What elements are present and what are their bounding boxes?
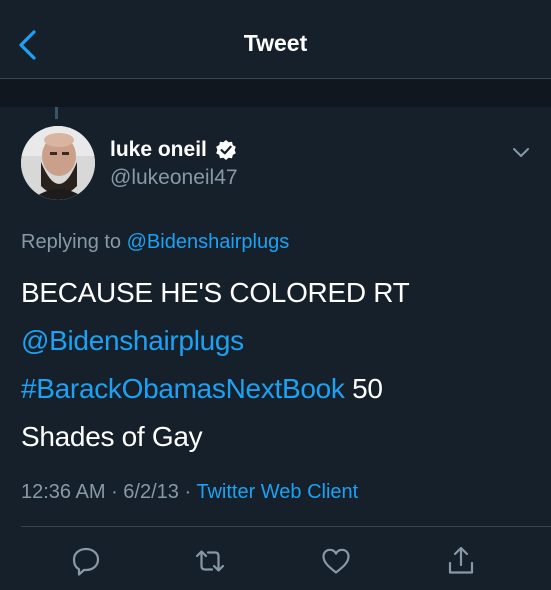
tweet-text-line: Shades of Gay [21, 421, 203, 452]
avatar[interactable] [21, 126, 95, 200]
section-gap [0, 79, 551, 107]
author-row: luke oneil [110, 137, 237, 163]
tweet-time: 12:36 AM [21, 481, 106, 503]
hashtag-link[interactable]: #BarackObamasNextBook [21, 373, 345, 404]
share-icon[interactable] [445, 545, 477, 577]
top-bar: Tweet [0, 0, 551, 79]
tweet-text-line: BECAUSE HE'S COLORED RT [21, 277, 410, 308]
replying-to-link[interactable]: @Bidenshairplugs [127, 231, 290, 253]
tweet-text-fragment: 50 [344, 373, 383, 404]
chevron-down-icon[interactable] [509, 143, 533, 161]
verified-badge-icon [216, 140, 236, 160]
like-icon[interactable] [320, 545, 352, 577]
tweet-meta: 12:36 AM · 6/2/13 · Twitter Web Client [21, 481, 358, 504]
thread-line [55, 107, 58, 119]
page-title: Tweet [243, 30, 308, 56]
tweet-text: BECAUSE HE'S COLORED RT @Bidenshairplugs… [21, 269, 521, 461]
replying-to: Replying to @Bidenshairplugs [21, 231, 289, 254]
meta-separator: · [105, 481, 124, 503]
tweet-source-link[interactable]: Twitter Web Client [196, 481, 358, 503]
avatar-image [21, 126, 95, 200]
author-handle[interactable]: @lukeoneil47 [110, 166, 238, 190]
reply-icon[interactable] [70, 545, 102, 577]
tweet-date: 6/2/13 [123, 481, 179, 503]
meta-separator: · [178, 481, 197, 503]
retweet-icon[interactable] [194, 545, 226, 577]
replying-prefix: Replying to [21, 231, 122, 253]
divider [21, 526, 551, 527]
mention-link[interactable]: @Bidenshairplugs [21, 325, 244, 356]
author-name[interactable]: luke oneil [110, 138, 207, 162]
action-bar [0, 545, 551, 581]
